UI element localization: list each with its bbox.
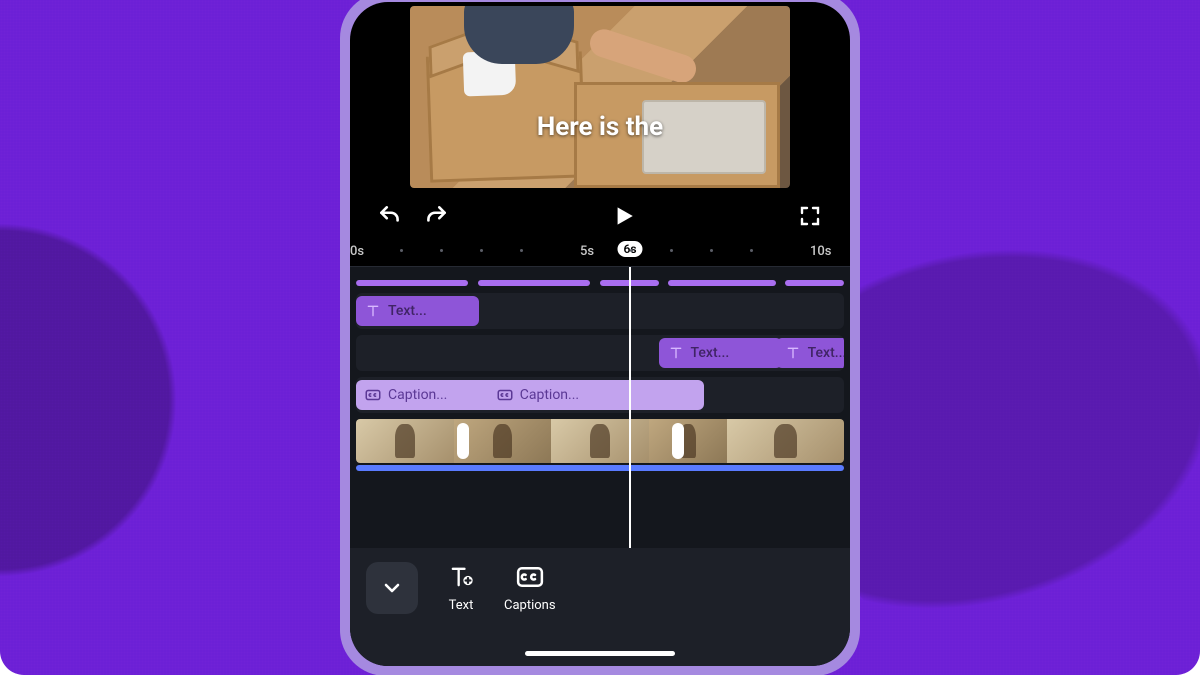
video-thumbnail[interactable] — [649, 419, 727, 463]
marker-track — [356, 279, 844, 287]
tool-label: Captions — [504, 598, 556, 613]
preview-caption-text: Here is the — [537, 112, 663, 142]
clip-label: Text... — [388, 303, 427, 319]
ruler-minor-dot — [710, 249, 713, 252]
tool-captions[interactable]: Captions — [504, 562, 556, 613]
device-frame: Here is the — [340, 0, 860, 675]
text-add-icon — [446, 562, 476, 592]
clip-label: Caption... — [388, 387, 447, 403]
marker-segment[interactable] — [478, 280, 590, 286]
text-clip[interactable]: Text... — [776, 338, 844, 368]
captions-icon — [515, 562, 545, 592]
undo-icon — [377, 203, 403, 229]
illustration-arm — [586, 26, 699, 87]
timeline-ruler[interactable]: 6s 0s5s10s — [350, 240, 850, 267]
clip-label: Text... — [691, 345, 730, 361]
marker-segment[interactable] — [668, 280, 775, 286]
ruler-minor-dot — [480, 249, 483, 252]
clip-trim-handle[interactable] — [672, 423, 684, 459]
text-icon — [364, 302, 382, 320]
ruler-minor-dot — [520, 249, 523, 252]
text-track[interactable]: Text... Text... — [356, 335, 844, 371]
ruler-minor-dot — [400, 249, 403, 252]
text-icon — [667, 344, 685, 362]
audio-track[interactable] — [356, 465, 844, 471]
ruler-tick: 0s — [350, 244, 364, 259]
ruler-minor-dot — [670, 249, 673, 252]
caption-clip[interactable]: Caption... — [356, 380, 499, 410]
captions-icon — [496, 386, 514, 404]
text-track[interactable]: Text... — [356, 293, 844, 329]
video-track[interactable] — [356, 419, 844, 463]
text-clip[interactable]: Text... — [659, 338, 782, 368]
home-indicator[interactable] — [525, 651, 675, 656]
fullscreen-button[interactable] — [796, 202, 824, 230]
timeline[interactable]: Text... Text...Text... Caption...Caption… — [350, 267, 850, 548]
ruler-minor-dot — [750, 249, 753, 252]
collapse-toolbar-button[interactable] — [366, 562, 418, 614]
clip-trim-handle[interactable] — [457, 423, 469, 459]
video-thumbnail[interactable] — [551, 419, 649, 463]
undo-button[interactable] — [376, 202, 404, 230]
caption-track[interactable]: Caption... Caption... — [356, 377, 844, 413]
tool-label: Text — [449, 598, 474, 613]
clip-label: Text... — [808, 345, 844, 361]
bottom-toolbar: Text Captions — [350, 548, 850, 666]
chevron-down-icon — [380, 576, 404, 600]
preview-frame[interactable]: Here is the — [410, 6, 790, 188]
ruler-minor-dot — [440, 249, 443, 252]
ruler-minor-dot — [630, 249, 633, 252]
video-preview: Here is the — [350, 2, 850, 192]
text-icon — [784, 344, 802, 362]
clip-label: Caption... — [520, 387, 579, 403]
redo-button[interactable] — [422, 202, 450, 230]
marker-segment[interactable] — [356, 280, 468, 286]
text-clip[interactable]: Text... — [356, 296, 479, 326]
redo-icon — [423, 203, 449, 229]
ruler-tick: 5s — [580, 244, 594, 259]
fullscreen-icon — [798, 204, 822, 228]
player-controls — [350, 192, 850, 240]
playhead[interactable] — [629, 267, 631, 548]
marker-segment[interactable] — [785, 280, 844, 286]
video-thumbnail[interactable] — [727, 419, 844, 463]
captions-icon — [364, 386, 382, 404]
caption-clip[interactable]: Caption... — [488, 380, 704, 410]
video-thumbnail[interactable] — [356, 419, 454, 463]
ruler-tick: 10s — [810, 244, 831, 259]
app-screen: Here is the — [350, 2, 850, 666]
tool-text[interactable]: Text — [446, 562, 476, 613]
play-icon — [610, 203, 636, 229]
illustration-person — [464, 6, 574, 64]
play-button[interactable] — [607, 200, 639, 232]
